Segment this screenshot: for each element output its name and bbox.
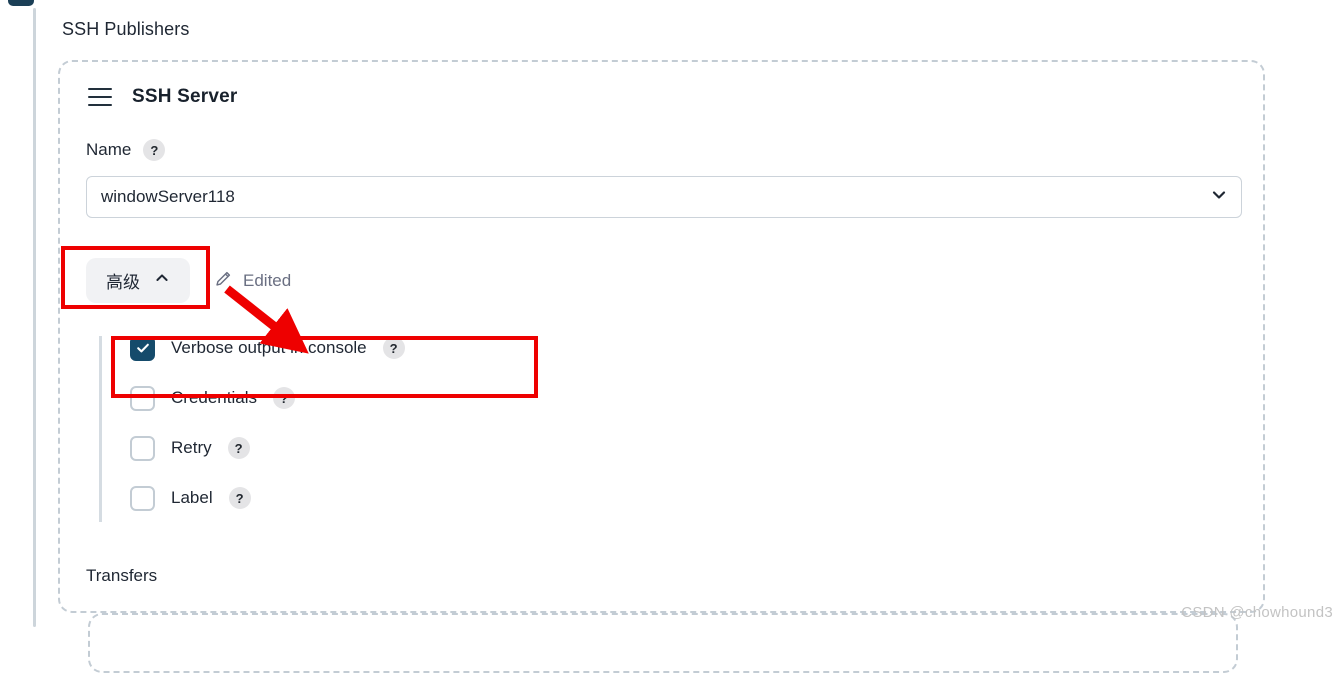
option-row-verbose-output-in-console[interactable]: Verbose output in console ? bbox=[130, 335, 405, 361]
hamburger-drag-icon[interactable] bbox=[88, 88, 112, 106]
advanced-toggle-label: 高级 bbox=[106, 273, 140, 292]
advanced-toggle-button[interactable]: 高级 bbox=[86, 258, 190, 303]
option-row-retry[interactable]: Retry ? bbox=[130, 435, 405, 461]
left-rail-divider bbox=[33, 8, 36, 627]
top-edge-pill bbox=[8, 0, 34, 6]
page-title: SSH Publishers bbox=[62, 19, 190, 39]
panel-title: SSH Server bbox=[132, 86, 238, 107]
help-icon-name[interactable]: ? bbox=[143, 139, 166, 161]
option-label: Retry bbox=[171, 438, 212, 457]
help-icon-credentials[interactable]: ? bbox=[273, 387, 295, 409]
edited-status: Edited bbox=[214, 269, 291, 293]
option-label: Credentials bbox=[171, 388, 257, 407]
checkbox-label[interactable] bbox=[130, 485, 155, 511]
advanced-row: 高级 Edited bbox=[86, 258, 291, 303]
name-select-wrapper[interactable]: windowServer118 bbox=[86, 176, 1242, 218]
check-icon bbox=[136, 343, 149, 353]
transfers-panel bbox=[88, 613, 1238, 673]
checkbox-retry[interactable] bbox=[130, 435, 155, 461]
name-label-row: Name ? bbox=[86, 139, 166, 161]
option-row-label[interactable]: Label ? bbox=[130, 485, 405, 511]
help-icon-label[interactable]: ? bbox=[228, 487, 251, 509]
option-label: Verbose output in console bbox=[171, 338, 367, 357]
pencil-icon bbox=[214, 269, 233, 293]
help-icon-verbose[interactable]: ? bbox=[382, 337, 405, 359]
advanced-options-group: Verbose output in console ? Credentials … bbox=[99, 335, 405, 522]
option-label: Label bbox=[171, 488, 213, 507]
chevron-up-icon bbox=[154, 270, 170, 291]
checkbox-verbose-output-in-console[interactable] bbox=[130, 335, 155, 361]
edited-label: Edited bbox=[243, 270, 292, 290]
name-select[interactable]: windowServer118 bbox=[86, 176, 1242, 218]
checkbox-credentials[interactable] bbox=[130, 385, 155, 411]
help-icon-retry[interactable]: ? bbox=[227, 437, 250, 459]
watermark: CSDN @chowhound3 bbox=[1181, 604, 1333, 621]
name-label: Name bbox=[86, 140, 132, 159]
panel-header: SSH Server bbox=[88, 86, 238, 108]
option-row-credentials[interactable]: Credentials ? bbox=[130, 385, 405, 411]
transfers-heading: Transfers bbox=[86, 566, 158, 585]
